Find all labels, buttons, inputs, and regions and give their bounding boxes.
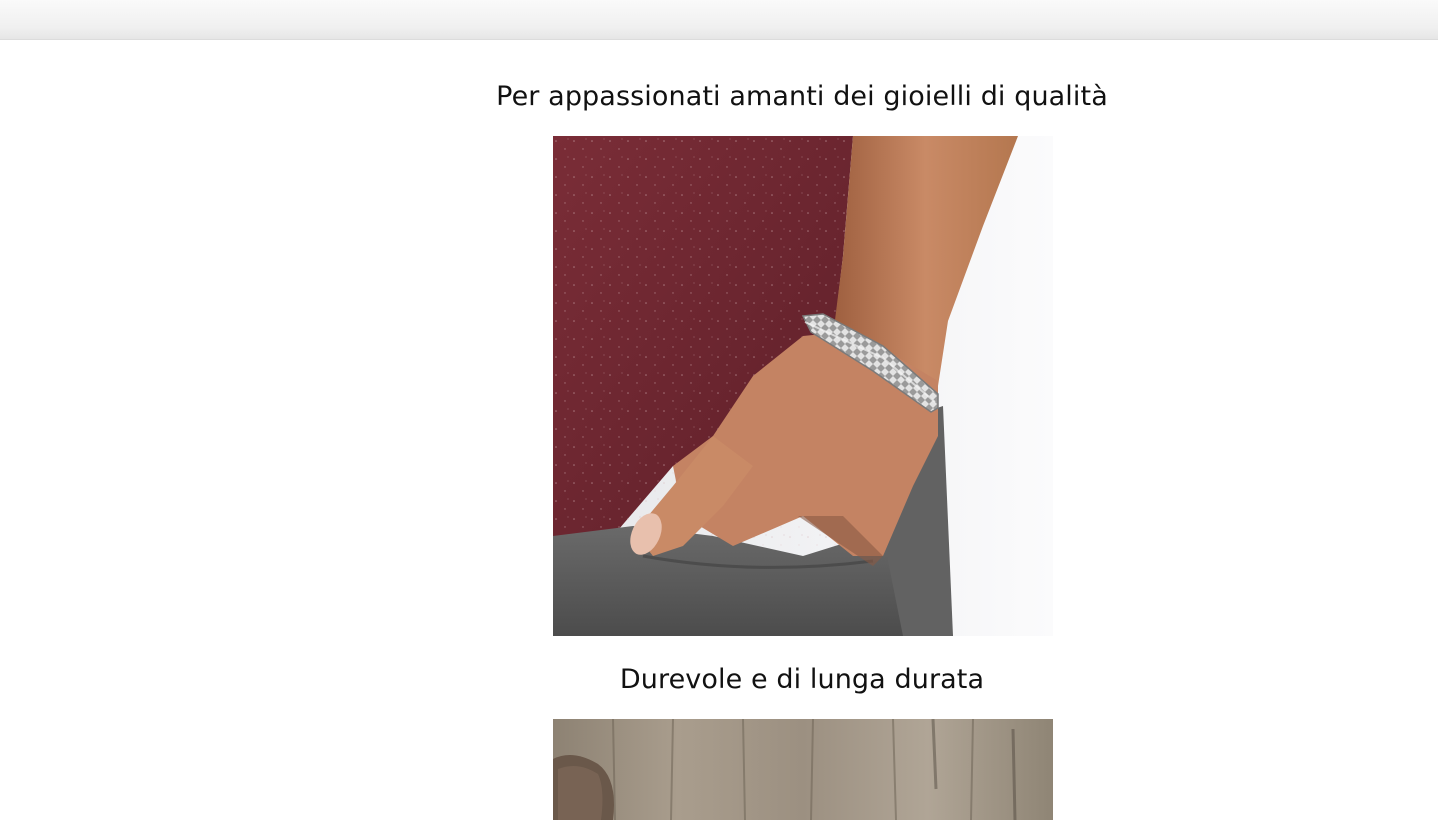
bracelet-wood-photo (553, 719, 1053, 820)
section-heading-durability: Durevole e di lunga durata (619, 664, 985, 695)
bracelet-worn-photo (553, 136, 1053, 636)
product-description: Per appassionati amanti dei gioielli di … (0, 40, 1438, 820)
section-heading-quality: Per appassionati amanti dei gioielli di … (496, 81, 1108, 112)
browser-top-bar (0, 0, 1438, 40)
